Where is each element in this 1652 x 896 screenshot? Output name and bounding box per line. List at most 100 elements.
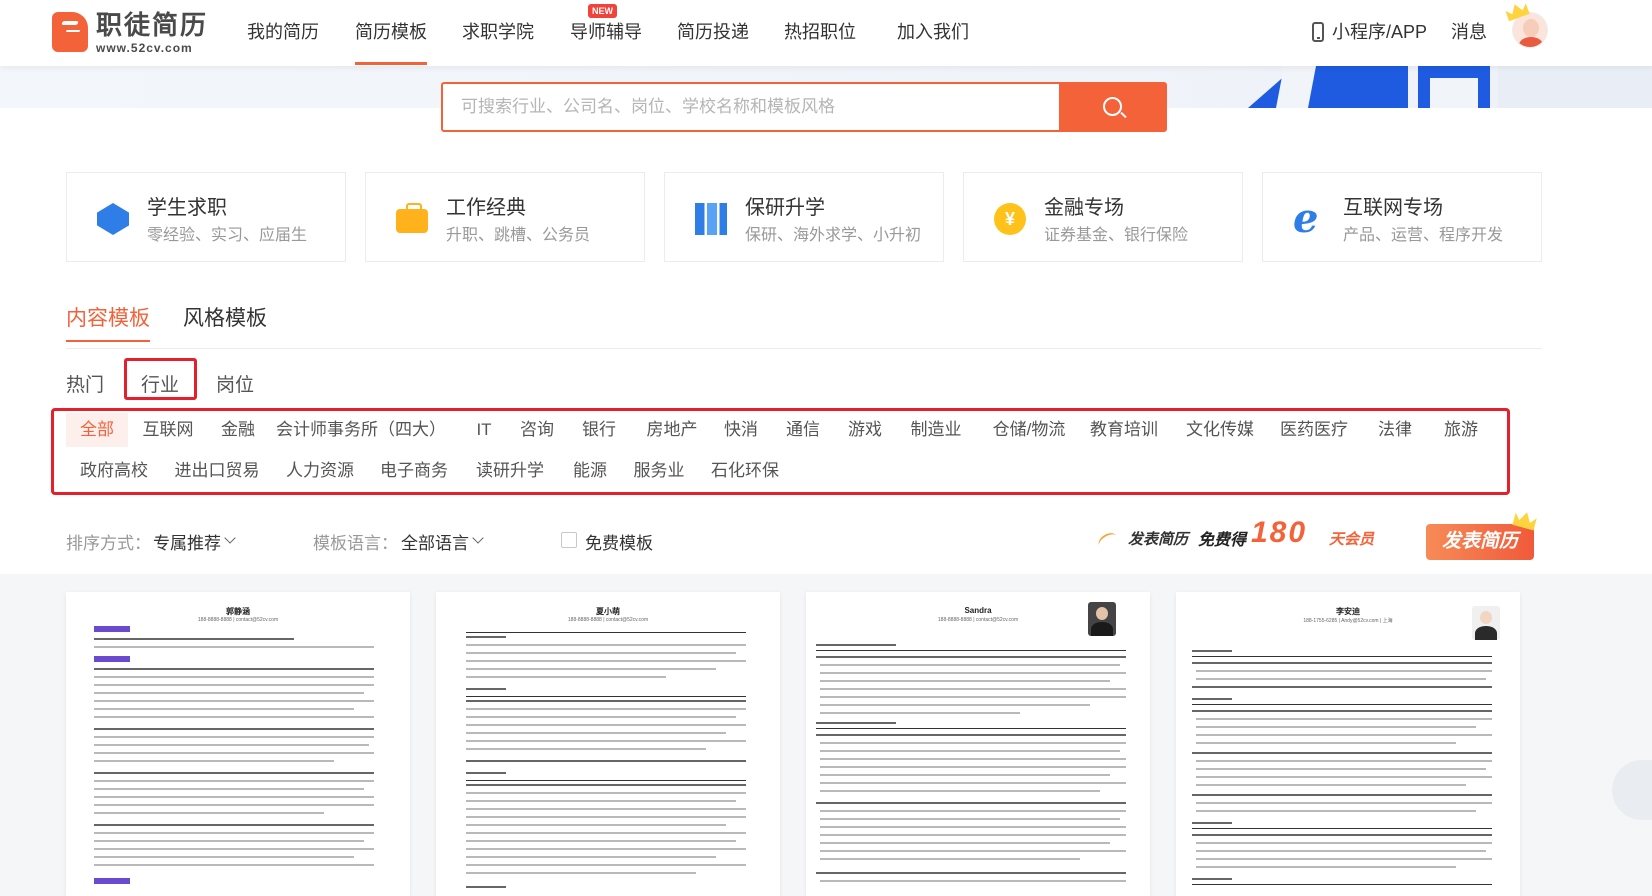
- category-subtitle: 证券基金、银行保险: [1044, 227, 1189, 244]
- industry-tag[interactable]: 服务业: [632, 454, 686, 488]
- resume-contact: 188-8888-8888 | contact@52cv.com: [567, 617, 649, 623]
- industry-tag[interactable]: 通信: [778, 413, 828, 447]
- industry-tag[interactable]: 旅游: [1436, 413, 1486, 447]
- language-label: 模板语言：: [313, 534, 398, 553]
- promo-text: 天会员: [1329, 531, 1375, 548]
- resume-template-card[interactable]: Sandra 188-8888-8888 | contact@52cv.com: [806, 592, 1150, 896]
- free-template-label[interactable]: 免费模板: [585, 529, 653, 554]
- industry-tag[interactable]: 法律: [1372, 413, 1418, 447]
- nav-hot-jobs[interactable]: 热招职位: [784, 20, 856, 44]
- promo-banner[interactable]: 发表简历 免费得 180 天会员: [1095, 516, 1398, 560]
- tab-style-templates[interactable]: 风格模板: [183, 302, 267, 332]
- nav-mentor[interactable]: 导师辅导: [570, 20, 642, 44]
- nav-miniapp[interactable]: 小程序/APP: [1332, 20, 1427, 44]
- industry-tag[interactable]: 银行: [574, 413, 624, 447]
- category-card-internet[interactable]: e 互联网专场 产品、运营、程序开发: [1262, 172, 1542, 262]
- industry-tag[interactable]: 文化传媒: [1184, 413, 1256, 447]
- promo-text: 免费得: [1198, 532, 1247, 549]
- browser-e-icon: e: [1293, 195, 1319, 242]
- resume-photo: [1088, 602, 1116, 636]
- industry-tag[interactable]: 快消: [716, 413, 766, 447]
- search-icon: [1103, 97, 1122, 116]
- search-bar: [441, 82, 1167, 132]
- industry-tag[interactable]: IT: [470, 413, 498, 447]
- industry-tag[interactable]: 游戏: [840, 413, 890, 447]
- graduation-icon: [97, 203, 129, 235]
- resume-template-card[interactable]: 郭静涵 188-8888-8888 | contact@52cv.com: [66, 592, 410, 896]
- promo-number: 180: [1251, 516, 1308, 549]
- category-subtitle: 保研、海外求学、小升初: [745, 227, 922, 244]
- language-dropdown[interactable]: 全部语言: [401, 529, 469, 554]
- resume-name: 郭静涵: [226, 607, 250, 616]
- nav-messages[interactable]: 消息: [1451, 20, 1487, 44]
- decoration-icon: [1095, 529, 1121, 553]
- industry-tag[interactable]: 进出口贸易: [172, 454, 262, 488]
- books-icon: [695, 203, 727, 235]
- logo-url: www.52cv.com: [96, 41, 193, 55]
- industry-tag[interactable]: 仓储/物流: [986, 413, 1072, 447]
- industry-tag[interactable]: 能源: [568, 454, 612, 488]
- industry-tag[interactable]: 电子商务: [378, 454, 450, 488]
- category-subtitle: 产品、运营、程序开发: [1343, 227, 1504, 244]
- nav-resume-delivery[interactable]: 简历投递: [677, 20, 749, 44]
- industry-tag[interactable]: 政府高校: [78, 454, 150, 488]
- category-card-graduate[interactable]: 保研升学 保研、海外求学、小升初: [664, 172, 944, 262]
- category-card-work[interactable]: 工作经典 升职、跳槽、公务员: [365, 172, 645, 262]
- chevron-down-icon: [472, 532, 484, 544]
- briefcase-icon: [396, 203, 428, 233]
- category-subtitle: 零经验、实习、应届生: [147, 227, 308, 244]
- resume-contact: 188-1755-6285 | Andy@52cv.com | 上海: [1303, 618, 1393, 624]
- sort-dropdown[interactable]: 专属推荐: [153, 529, 221, 554]
- resume-name: 李安迪: [1336, 607, 1360, 616]
- top-nav: 职徒简历 www.52cv.com 我的简历 简历模板 求职学院 导师辅导 NE…: [0, 0, 1652, 66]
- category-title: 工作经典: [446, 197, 526, 219]
- resume-photo: [1472, 606, 1500, 640]
- logo[interactable]: 职徒简历 www.52cv.com: [52, 10, 212, 56]
- new-badge: NEW: [588, 4, 617, 18]
- resume-template-card[interactable]: 李安迪 188-1755-6285 | Andy@52cv.com | 上海: [1176, 592, 1520, 896]
- banner-illustration: [1248, 66, 1652, 108]
- nav-resume-templates[interactable]: 简历模板: [355, 20, 427, 65]
- industry-tag[interactable]: 教育培训: [1088, 413, 1160, 447]
- resume-contact: 188-8888-8888 | contact@52cv.com: [197, 617, 279, 623]
- category-title: 学生求职: [147, 197, 227, 219]
- category-title: 保研升学: [745, 197, 825, 219]
- free-template-checkbox[interactable]: [561, 532, 577, 548]
- publish-resume-button[interactable]: 发表简历: [1426, 524, 1534, 560]
- promo-text: 发表简历: [1128, 531, 1189, 548]
- chevron-down-icon: [224, 532, 236, 544]
- resume-template-card[interactable]: 夏小萌 188-8888-8888 | contact@52cv.com: [436, 592, 780, 896]
- search-button[interactable]: [1059, 84, 1165, 130]
- industry-tag[interactable]: 制造业: [902, 413, 970, 447]
- industry-tag[interactable]: 金融: [212, 413, 264, 447]
- phone-icon: [1312, 22, 1324, 42]
- industry-tag[interactable]: 咨询: [512, 413, 562, 447]
- industry-tag[interactable]: 全部: [66, 413, 128, 447]
- industry-tag[interactable]: 石化环保: [710, 454, 780, 488]
- category-subtitle: 升职、跳槽、公务员: [446, 227, 591, 244]
- category-card-student[interactable]: 学生求职 零经验、实习、应届生: [66, 172, 346, 262]
- search-input[interactable]: [443, 84, 1057, 130]
- tabs-divider: [66, 348, 1542, 349]
- industry-tag[interactable]: 互联网: [136, 413, 200, 447]
- nav-job-academy[interactable]: 求职学院: [462, 20, 534, 44]
- subtab-position[interactable]: 岗位: [216, 370, 254, 397]
- sort-label: 排序方式：: [66, 534, 151, 553]
- category-title: 金融专场: [1044, 197, 1124, 219]
- industry-tag[interactable]: 人力资源: [284, 454, 356, 488]
- resume-name: 夏小萌: [596, 607, 620, 616]
- nav-my-resume[interactable]: 我的简历: [247, 20, 319, 44]
- industry-tag[interactable]: 房地产: [638, 413, 706, 447]
- tab-content-templates[interactable]: 内容模板: [66, 302, 150, 342]
- category-card-finance[interactable]: ¥ 金融专场 证券基金、银行保险: [963, 172, 1243, 262]
- coin-icon: ¥: [994, 203, 1026, 235]
- category-title: 互联网专场: [1343, 197, 1443, 219]
- nav-join-us[interactable]: 加入我们: [897, 20, 969, 44]
- subtab-hot[interactable]: 热门: [66, 370, 104, 397]
- logo-title: 职徒简历: [96, 10, 209, 40]
- logo-mark-icon: [52, 12, 88, 52]
- industry-tag[interactable]: 医药医疗: [1278, 413, 1350, 447]
- subtab-industry-highlight: [124, 358, 197, 400]
- industry-tag[interactable]: 会计师事务所（四大）: [276, 413, 446, 447]
- industry-tag[interactable]: 读研升学: [474, 454, 546, 488]
